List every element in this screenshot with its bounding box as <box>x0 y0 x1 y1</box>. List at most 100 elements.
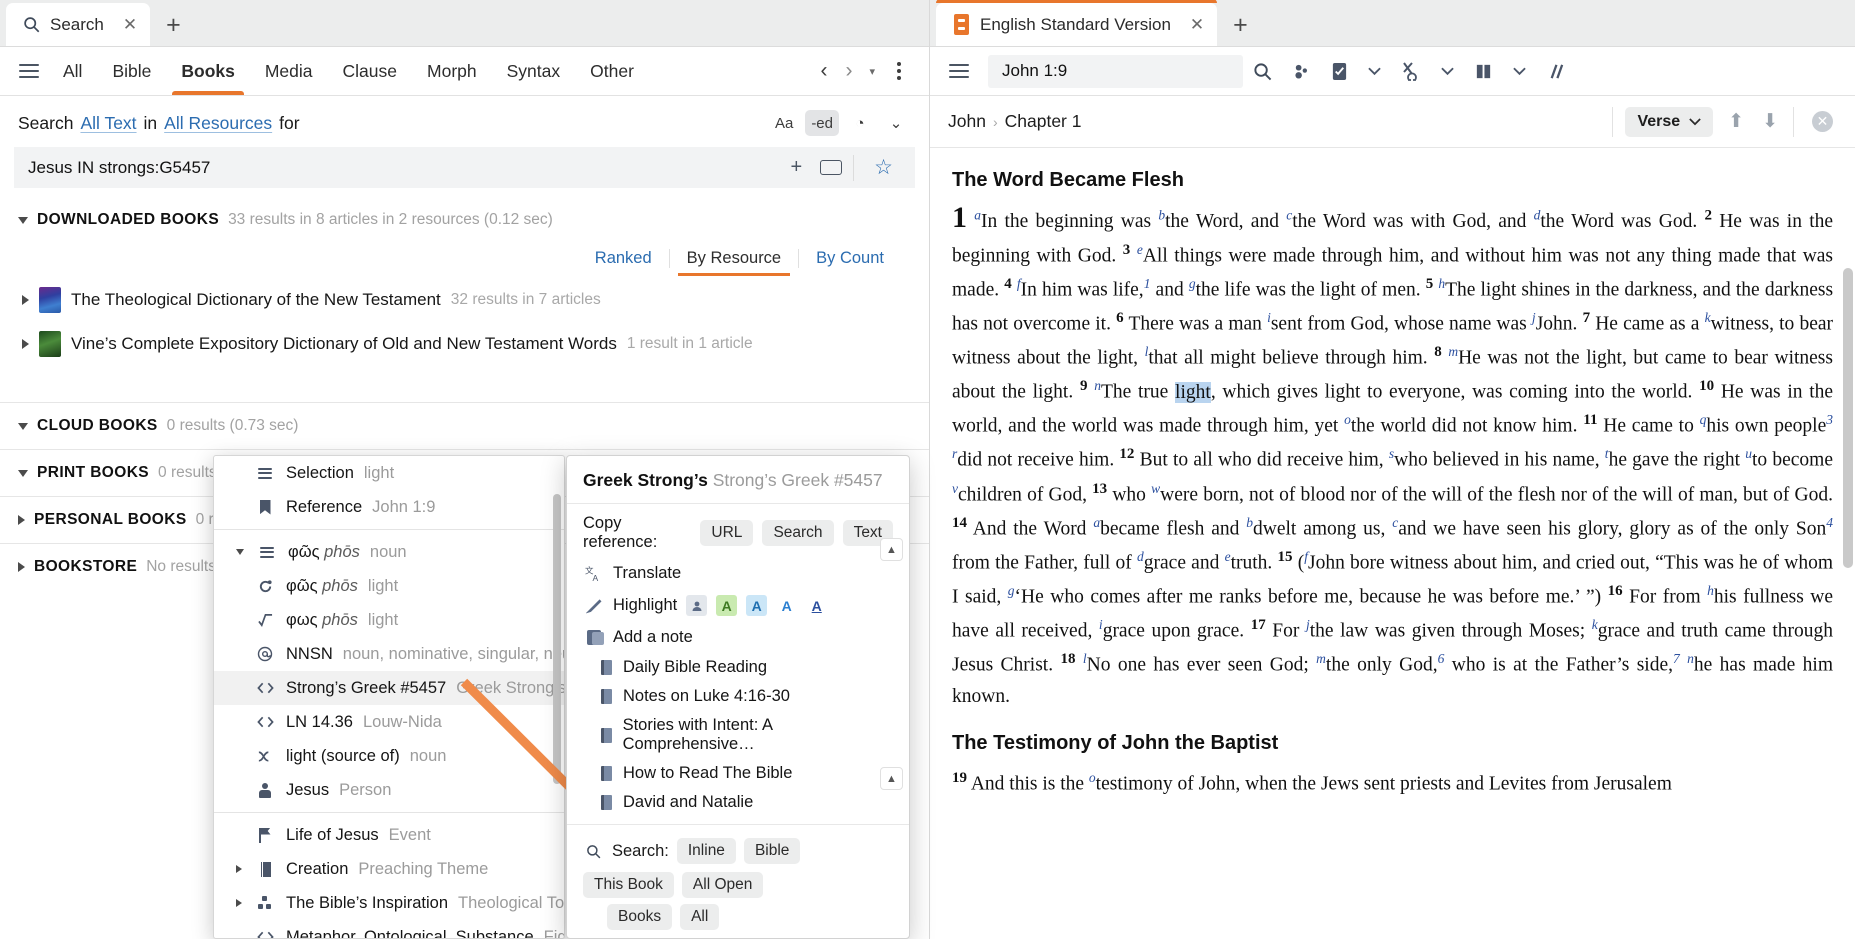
favorite-star-icon[interactable]: ☆ <box>856 155 907 180</box>
nav-tab-syntax[interactable]: Syntax <box>492 47 576 95</box>
nav-tab-other[interactable]: Other <box>575 47 649 95</box>
footnote-marker[interactable]: o <box>1089 770 1096 785</box>
verse-number[interactable]: 11 <box>1583 412 1597 428</box>
scrollbar[interactable] <box>553 460 561 934</box>
notebook-item[interactable]: Stories with Intent: A Comprehensive… <box>567 711 909 759</box>
add-note-row[interactable]: Add a note <box>567 622 909 653</box>
strongs-info-popup[interactable]: Greek Strong’s Strong’s Greek #5457 Copy… <box>566 455 910 939</box>
chevron-right-icon[interactable] <box>18 562 25 572</box>
context-menu-item[interactable]: Metaphor, Ontological, SubstanceFigurati… <box>214 920 564 938</box>
query-resource-link[interactable]: All Resources <box>164 113 272 134</box>
green-highlight-swatch[interactable]: A <box>716 595 738 616</box>
notebook-item[interactable]: Daily Bible Reading <box>567 653 909 682</box>
footnote-marker[interactable]: g <box>1189 276 1196 291</box>
verse-number[interactable]: 1 <box>952 201 967 234</box>
sort-by-count[interactable]: By Count <box>799 243 901 274</box>
footnote-marker[interactable]: u <box>1745 446 1752 461</box>
search-all-open-button[interactable]: All Open <box>681 872 764 898</box>
chevron-down-icon[interactable]: ⌄ <box>881 110 911 136</box>
search-icon[interactable] <box>1243 62 1282 81</box>
previous-result-icon[interactable]: ⬆ <box>1725 110 1747 133</box>
footnote-marker[interactable]: h <box>1707 583 1714 598</box>
verse-number[interactable]: 7 <box>1583 310 1591 326</box>
result-row[interactable]: The Theological Dictionary of the New Te… <box>0 278 929 322</box>
verse-number[interactable]: 2 <box>1704 208 1712 224</box>
copy-search-button[interactable]: Search <box>762 520 834 546</box>
chevron-right-icon[interactable] <box>236 865 242 873</box>
copy-url-button[interactable]: URL <box>700 520 754 546</box>
back-icon[interactable]: ‹ <box>813 59 834 83</box>
verse-number[interactable]: 5 <box>1426 276 1434 292</box>
parallel-columns-icon[interactable] <box>1464 62 1503 81</box>
close-icon[interactable]: ✕ <box>1812 111 1833 132</box>
nav-tab-bible[interactable]: Bible <box>97 47 166 95</box>
highlight-row[interactable]: Highlight A A A A <box>567 589 909 622</box>
verse-number[interactable]: 15 <box>1278 549 1293 565</box>
notebook-item[interactable]: How to Read The Bible <box>567 759 909 788</box>
footnote-marker[interactable]: d <box>1137 549 1144 564</box>
collapse-button[interactable]: ▲ <box>880 538 903 561</box>
nav-tab-books[interactable]: Books <box>166 47 249 95</box>
context-menu-item[interactable]: φῶς phōs light <box>214 569 564 603</box>
verse-number[interactable]: 14 <box>952 515 967 531</box>
hamburger-icon[interactable] <box>10 64 48 78</box>
tab-english-standard-version[interactable]: English Standard Version ✕ <box>936 0 1218 46</box>
context-menu-item[interactable]: light (source of) noun <box>214 739 564 773</box>
overflow-menu-icon[interactable] <box>885 62 913 80</box>
search-all-button[interactable]: All <box>680 904 720 930</box>
verse-number[interactable]: 13 <box>1092 481 1107 497</box>
person-swatch[interactable] <box>686 595 708 616</box>
verse-number[interactable]: 6 <box>1116 310 1124 326</box>
notebook-item[interactable]: Notes on Luke 4:16-30 <box>567 682 909 711</box>
verse-number[interactable]: 19 <box>952 770 967 786</box>
chevron-right-icon[interactable] <box>22 295 29 305</box>
verse-number[interactable]: 8 <box>1434 344 1442 360</box>
new-tab-button[interactable]: + <box>1217 13 1264 38</box>
resource-title[interactable]: Vine’s Complete Expository Dictionary of… <box>71 334 617 354</box>
context-menu-item[interactable]: Strong’s Greek #5457 Greek Strong’s <box>214 671 564 705</box>
greek-lemma-icon[interactable] <box>1391 61 1431 82</box>
verse-number[interactable]: 18 <box>1061 651 1076 667</box>
chevron-down-icon[interactable] <box>18 422 28 430</box>
verse-number[interactable]: 17 <box>1251 617 1266 633</box>
search-input[interactable]: Jesus IN strongs:G5457 + ☆ <box>14 147 915 188</box>
reading-plan-icon[interactable] <box>1321 62 1358 81</box>
forward-icon[interactable]: › <box>838 59 859 83</box>
compare-icon[interactable] <box>1536 62 1575 81</box>
context-menu-item[interactable]: Jesus Person <box>214 773 564 807</box>
verse-number[interactable]: 16 <box>1608 583 1623 599</box>
context-menu-item[interactable]: φῶς phōs noun <box>214 535 564 569</box>
footnote-marker[interactable]: m <box>1448 344 1458 359</box>
context-menu-item[interactable]: NNSN noun, nominative, singular, neuter <box>214 637 564 671</box>
context-menu-item[interactable]: The Bible’s Inspiration Theological Topic <box>214 886 564 920</box>
search-history-icon[interactable]: ◔ <box>845 110 875 136</box>
chevron-down-icon[interactable] <box>1503 67 1536 76</box>
reference-value[interactable]: John 1:9 <box>1002 61 1067 81</box>
footnote-marker[interactable]: w <box>1151 481 1160 496</box>
footnote-marker[interactable]: 7 <box>1673 651 1680 666</box>
search-input-value[interactable]: Jesus IN strongs:G5457 <box>28 158 781 178</box>
context-menu-item[interactable]: Reference John 1:9 <box>214 490 564 524</box>
notebook-item[interactable]: David and Natalie <box>567 788 909 817</box>
chevron-down-icon[interactable] <box>236 549 244 555</box>
underline-letter-swatch[interactable]: A <box>806 595 827 616</box>
nav-tab-morph[interactable]: Morph <box>412 47 492 95</box>
verse-number[interactable]: 10 <box>1699 378 1714 394</box>
footnote-marker[interactable]: o <box>1344 412 1351 427</box>
footnote-marker[interactable]: g <box>1008 583 1015 598</box>
context-menu-item[interactable]: Life of Jesus Event <box>214 818 564 852</box>
close-icon[interactable]: ✕ <box>123 16 137 33</box>
sort-ranked[interactable]: Ranked <box>578 243 669 274</box>
chevron-right-icon[interactable] <box>236 899 242 907</box>
chevron-down-icon[interactable] <box>18 469 28 477</box>
section-header[interactable]: CLOUD BOOKS 0 results (0.73 sec) <box>0 403 929 449</box>
verse-number[interactable]: 4 <box>1004 276 1012 292</box>
chevron-down-icon[interactable] <box>18 216 28 224</box>
nav-tab-media[interactable]: Media <box>250 47 328 95</box>
breadcrumb-chapter[interactable]: Chapter 1 <box>1005 111 1082 132</box>
resource-title[interactable]: The Theological Dictionary of the New Te… <box>71 290 441 310</box>
keyboard-icon[interactable] <box>811 160 851 175</box>
hamburger-icon[interactable] <box>940 64 978 78</box>
footnote-marker[interactable]: n <box>1687 651 1694 666</box>
nav-tab-clause[interactable]: Clause <box>328 47 412 95</box>
